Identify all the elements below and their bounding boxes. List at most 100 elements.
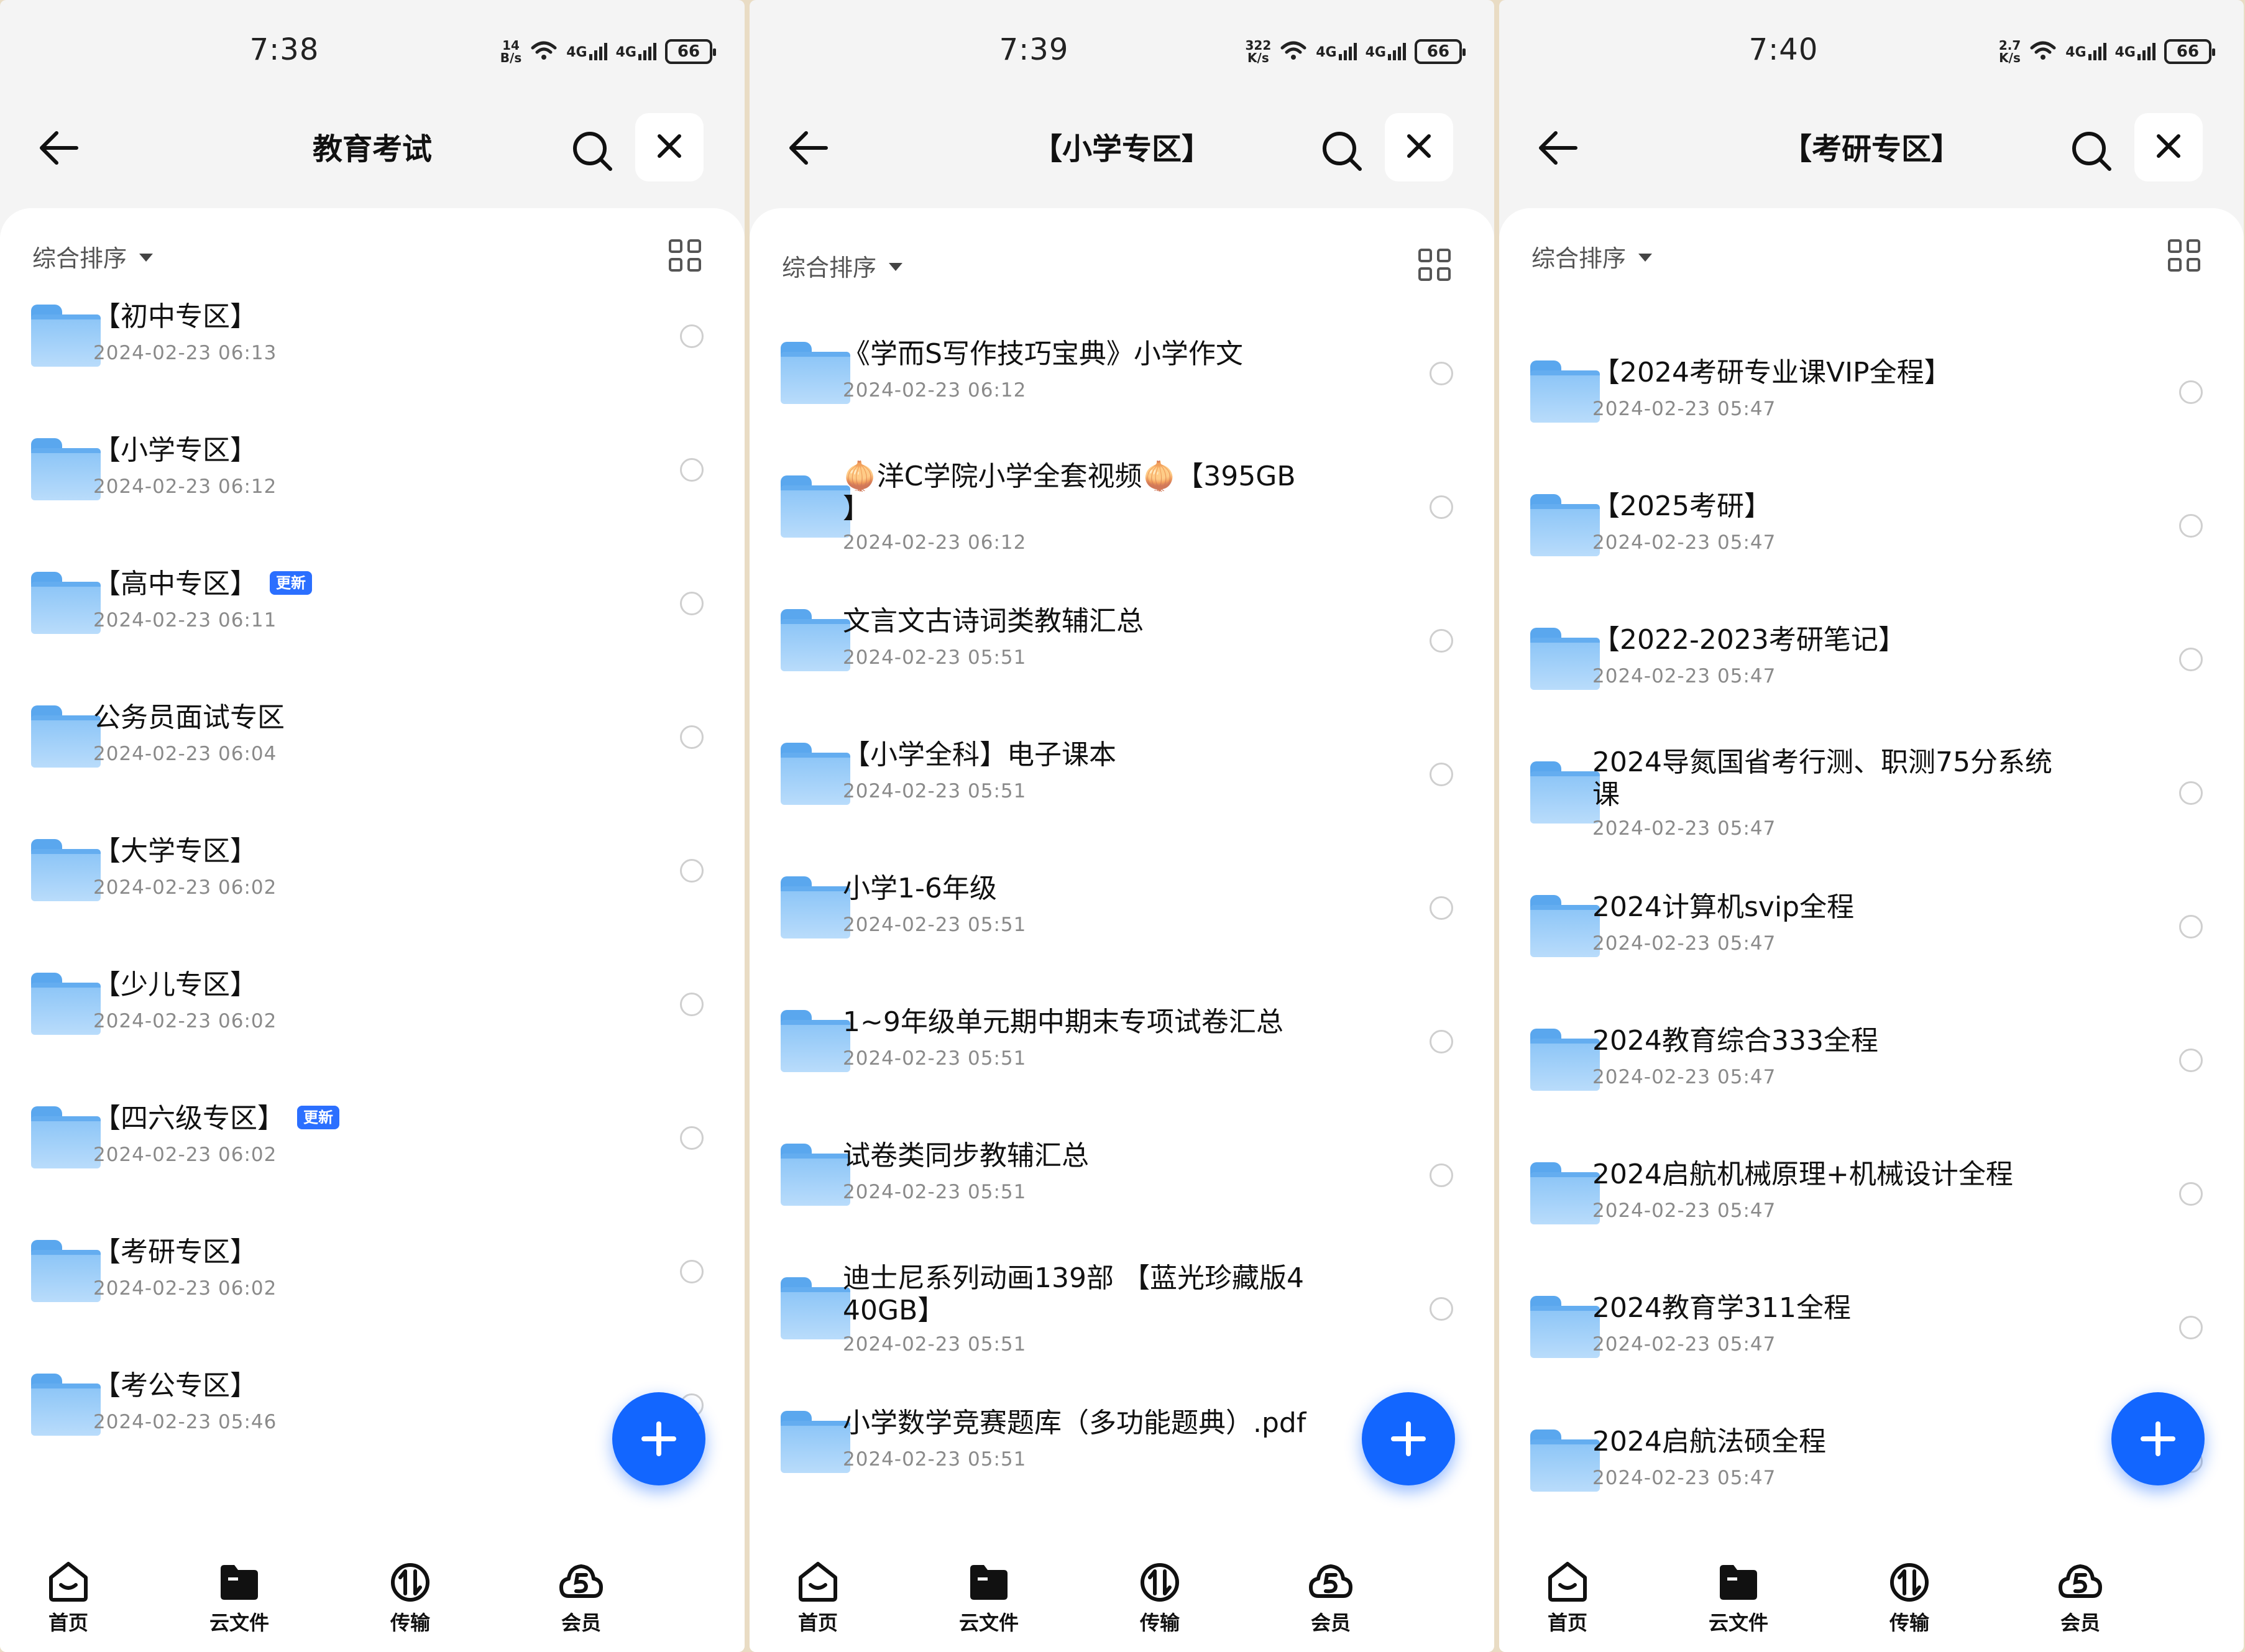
folder-icon	[31, 1106, 101, 1168]
select-radio[interactable]	[2179, 915, 2203, 938]
folder-row[interactable]: 【2025考研】 2024-02-23 05:47	[1499, 460, 2244, 590]
folder-row[interactable]: 2024教育综合333全程 2024-02-23 05:47	[1499, 994, 2244, 1125]
folder-name-text: 迪士尼系列动画139部 【蓝光珍藏版4	[843, 1262, 1304, 1294]
grid-cell	[669, 258, 682, 272]
nav-item-3[interactable]: 会员	[2031, 1559, 2130, 1636]
folder-date: 2024-02-23 05:47	[1592, 398, 1776, 420]
folder-row[interactable]: 2024导氮国省考行测、职测75分系统课 2024-02-23 05:47	[1499, 727, 2244, 858]
search-icon	[2070, 129, 2113, 175]
select-radio[interactable]	[680, 859, 704, 883]
nav-item-0[interactable]: 首页	[1518, 1559, 1617, 1636]
select-radio[interactable]	[1430, 495, 1453, 519]
folder-row[interactable]: 【高中专区】 更新 2024-02-23 06:11	[0, 538, 745, 668]
select-radio[interactable]	[1430, 362, 1453, 385]
search-button[interactable]	[564, 124, 620, 180]
select-radio[interactable]	[680, 458, 704, 482]
sort-dropdown[interactable]: 综合排序	[1531, 239, 1653, 273]
folder-row[interactable]: 【小学全科】电子课本 2024-02-23 05:51	[750, 709, 1494, 839]
nav-item-3[interactable]: 会员	[1281, 1559, 1380, 1636]
folder-row[interactable]: 1~9年级单元期中期末专项试卷汇总 2024-02-23 05:51	[750, 976, 1494, 1106]
folder-row[interactable]: 2024计算机svip全程 2024-02-23 05:47	[1499, 861, 2244, 991]
select-radio[interactable]	[680, 1260, 704, 1283]
folder-row[interactable]: 【少儿专区】 2024-02-23 06:02	[0, 938, 745, 1069]
folder-date: 2024-02-23 05:51	[843, 1047, 1027, 1070]
select-radio[interactable]	[1430, 1030, 1453, 1053]
nav-item-2[interactable]: 传输	[1110, 1559, 1210, 1636]
folder-row[interactable]: 迪士尼系列动画139部 【蓝光珍藏版4 40GB】 2024-02-23 05:51	[750, 1243, 1494, 1374]
folder-body	[1530, 370, 1600, 423]
close-button[interactable]	[1385, 113, 1453, 181]
folder-row[interactable]: 《学而S写作技巧宝典》小学作文 2024-02-23 06:12	[750, 308, 1494, 438]
nav-item-2[interactable]: 传输	[1860, 1559, 1959, 1636]
select-radio[interactable]	[2179, 1316, 2203, 1339]
select-radio[interactable]	[2179, 1182, 2203, 1206]
select-radio[interactable]	[680, 324, 704, 348]
select-radio[interactable]	[2179, 380, 2203, 404]
search-button[interactable]	[1314, 124, 1370, 180]
select-radio[interactable]	[2179, 1049, 2203, 1072]
select-radio[interactable]	[1430, 629, 1453, 653]
grid-view-icon[interactable]	[1418, 249, 1451, 281]
folder-icon	[1530, 1429, 1600, 1492]
sort-dropdown[interactable]: 综合排序	[782, 249, 903, 283]
grid-view-icon[interactable]	[2168, 239, 2200, 272]
select-radio[interactable]	[680, 592, 704, 615]
folder-name: 【2022-2023考研笔记】	[1592, 623, 1906, 657]
nav-item-1[interactable]: 云文件	[190, 1559, 289, 1636]
net-speed-value: 14	[502, 38, 520, 53]
search-button[interactable]	[2064, 124, 2119, 180]
title-bar: 【小学专区】	[750, 106, 1494, 186]
close-button[interactable]	[635, 113, 704, 181]
close-button[interactable]	[2134, 113, 2203, 181]
nav-item-0[interactable]: 首页	[19, 1559, 118, 1636]
folder-row[interactable]: 【考研专区】 2024-02-23 06:02	[0, 1206, 745, 1336]
folder-row[interactable]: 小学1-6年级 2024-02-23 05:51	[750, 842, 1494, 973]
folder-row[interactable]: 【四六级专区】 更新 2024-02-23 06:02	[0, 1072, 745, 1203]
select-radio[interactable]	[1430, 896, 1453, 920]
select-radio[interactable]	[1430, 1297, 1453, 1321]
nav-item-0[interactable]: 首页	[768, 1559, 868, 1636]
add-button[interactable]	[612, 1392, 705, 1485]
select-radio[interactable]	[2179, 514, 2203, 538]
folder-row[interactable]: 文言文古诗词类教辅汇总 2024-02-23 05:51	[750, 575, 1494, 705]
folder-name-text: 【2024考研专业课VIP全程】	[1592, 357, 1952, 388]
nav-item-1[interactable]: 云文件	[939, 1559, 1039, 1636]
nav-item-3[interactable]: 会员	[531, 1559, 631, 1636]
grid-cell	[2187, 258, 2200, 272]
grid-view-icon[interactable]	[669, 239, 701, 272]
select-radio[interactable]	[2179, 648, 2203, 671]
folder-name-line2: 40GB】	[843, 1295, 945, 1326]
net-speed-unit: K/s	[1247, 50, 1269, 65]
cell-signal-icon: 4G	[616, 43, 656, 60]
folder-date: 2024-02-23 06:02	[93, 1144, 277, 1166]
folder-row[interactable]: 【2024考研专业课VIP全程】 2024-02-23 05:47	[1499, 326, 2244, 457]
select-radio[interactable]	[1430, 1163, 1453, 1187]
nav-item-1[interactable]: 云文件	[1689, 1559, 1788, 1636]
folder-date: 2024-02-23 05:47	[1592, 817, 1776, 840]
folder-row[interactable]: 【大学专区】 2024-02-23 06:02	[0, 805, 745, 935]
select-radio[interactable]	[680, 725, 704, 749]
folder-row[interactable]: 2024教育学311全程 2024-02-23 05:47	[1499, 1262, 2244, 1392]
select-radio[interactable]	[680, 1126, 704, 1150]
folder-row[interactable]: 2024启航机械原理+机械设计全程 2024-02-23 05:47	[1499, 1128, 2244, 1259]
folder-name: 试卷类同步教辅汇总	[843, 1139, 1089, 1173]
select-radio[interactable]	[2179, 781, 2203, 805]
nav-item-2[interactable]: 传输	[360, 1559, 460, 1636]
file-list-sheet: 2024-02-23 06:16【初中专区】2024-02-23 06:13【小…	[0, 208, 745, 1551]
folder-row[interactable]: 【小学专区】 2024-02-23 06:12	[0, 404, 745, 535]
select-radio[interactable]	[1430, 763, 1453, 786]
folder-name: 【少儿专区】	[93, 968, 257, 1002]
network-type-label: 4G	[1365, 45, 1386, 60]
folder-row[interactable]: 【2022-2023考研笔记】 2024-02-23 05:47	[1499, 594, 2244, 724]
folder-icon	[31, 973, 101, 1035]
folder-row[interactable]: 试卷类同步教辅汇总 2024-02-23 05:51	[750, 1109, 1494, 1240]
folder-icon	[781, 1411, 850, 1473]
add-button[interactable]	[2111, 1392, 2205, 1485]
folder-row[interactable]: 公务员面试专区 2024-02-23 06:04	[0, 671, 745, 802]
select-radio[interactable]	[680, 993, 704, 1016]
folder-row[interactable]: 🧅洋C学院小学全套视频🧅【395GB】 2024-02-23 06:12	[750, 441, 1494, 572]
add-button[interactable]	[1362, 1392, 1455, 1485]
nav-label: 传输	[1889, 1611, 1929, 1635]
sort-dropdown[interactable]: 综合排序	[32, 239, 154, 273]
grid-cell	[2187, 239, 2200, 253]
